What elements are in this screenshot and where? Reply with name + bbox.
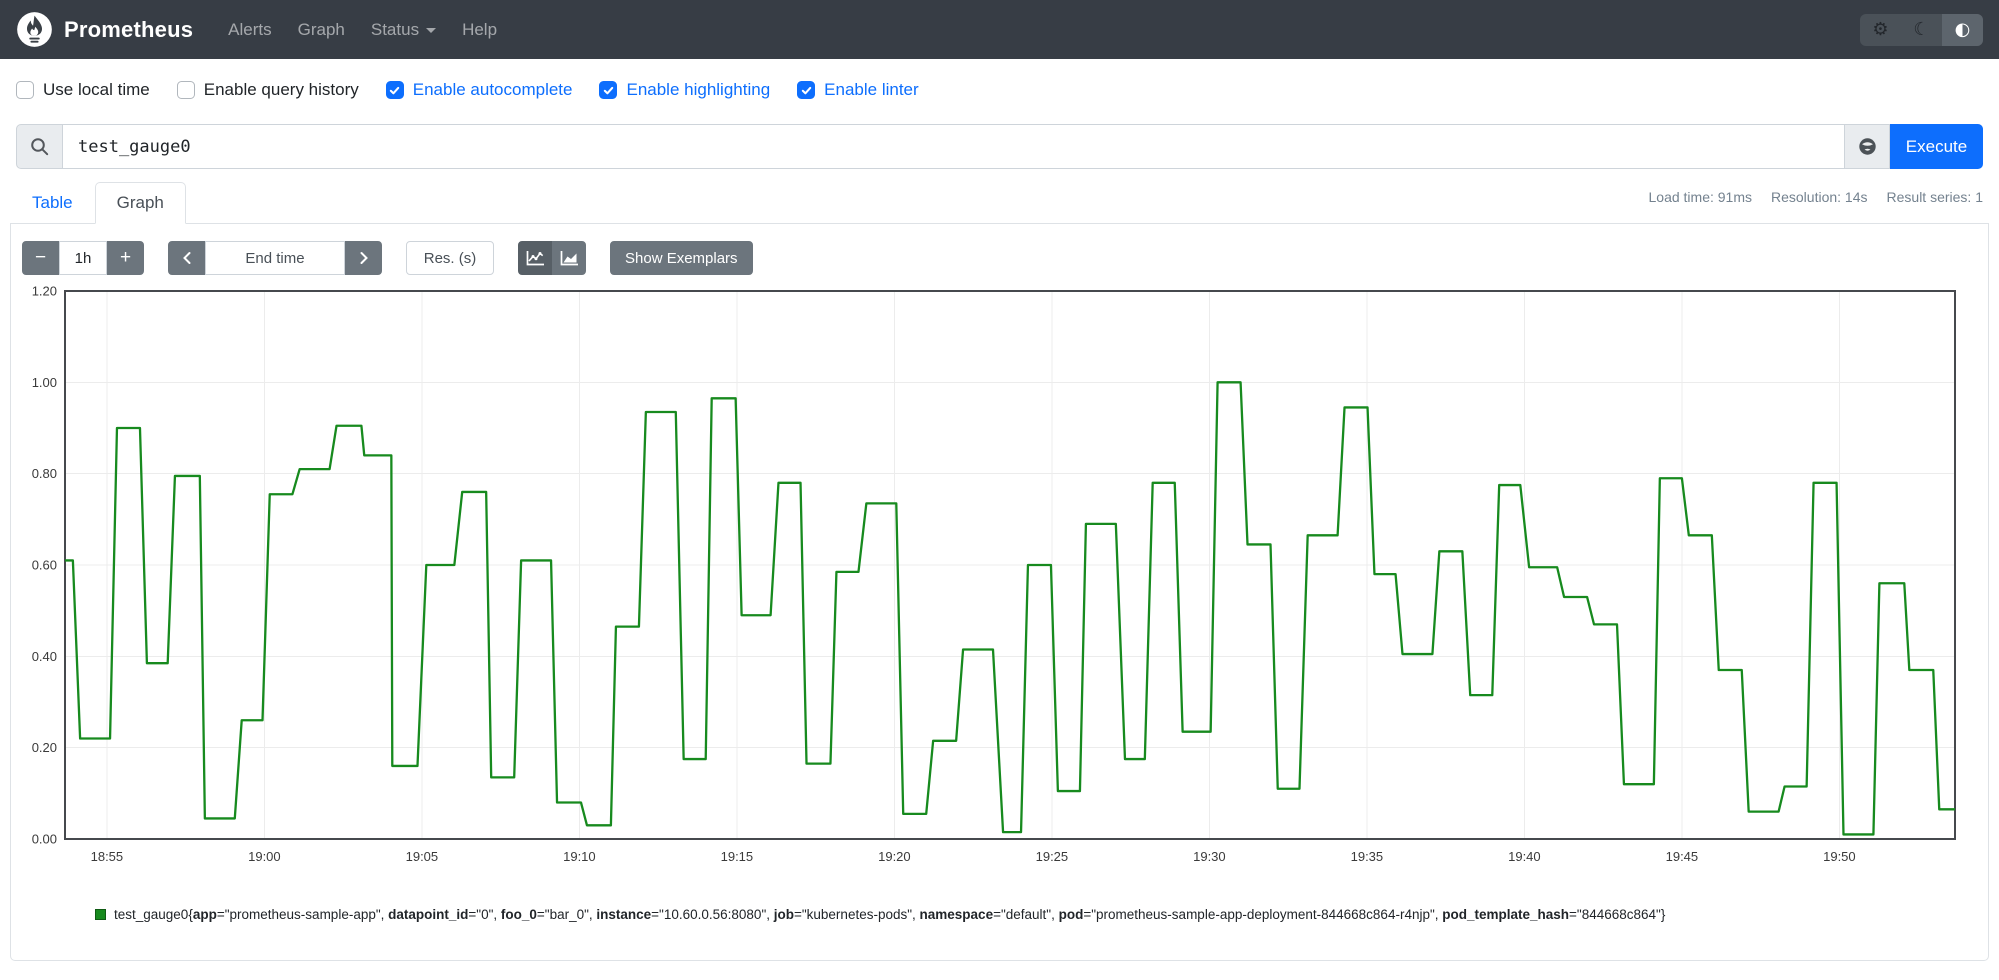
svg-text:0.20: 0.20 [32,740,57,755]
graph-controls: − + [22,241,1984,275]
options-row: Use local time Enable query history Enable… [0,59,1999,100]
tab-bar: Table Graph Load time: 91ms Resolution: 1… [10,181,1989,224]
svg-text:0.60: 0.60 [32,558,57,573]
svg-text:19:05: 19:05 [406,849,439,864]
dark-theme-button[interactable]: ☾ [1901,14,1942,46]
tab-graph[interactable]: Graph [94,182,186,224]
end-time-input[interactable] [205,241,345,275]
legend-label: test_gauge0{app="prometheus-sample-app",… [114,907,1666,922]
legend-swatch [95,909,106,920]
prometheus-logo-icon [16,11,53,48]
brand-title[interactable]: Prometheus [64,17,193,43]
checkbox-enable-autocomplete[interactable] [385,81,404,99]
option-label[interactable]: Enable linter [824,80,919,100]
svg-text:19:00: 19:00 [248,849,281,864]
query-stats: Load time: 91ms Resolution: 14s Result ser… [1630,189,1984,205]
increase-range-button[interactable]: + [107,241,144,275]
search-icon [16,124,63,169]
time-forward-button[interactable] [345,241,382,275]
range-input[interactable] [59,241,107,275]
caret-down-icon [426,27,437,33]
option-enable-linter: Enable linter [797,80,919,100]
chevron-left-icon [181,251,193,265]
nav-item-help[interactable]: Help [449,20,510,40]
svg-text:0.40: 0.40 [32,649,57,664]
chart-area: 0.00 0.20 0.40 0.60 0.80 1.00 1.20 18:55 19:00 19… [15,284,1984,879]
auto-theme-button[interactable]: ◐ [1942,13,1983,46]
settings-button[interactable]: ⚙ [1860,14,1901,46]
globe-icon [1857,136,1878,157]
svg-text:19:20: 19:20 [878,849,911,864]
stat-result-series: Result series: 1 [1886,189,1983,205]
nav-item-alerts[interactable]: Alerts [215,20,284,40]
option-label[interactable]: Enable highlighting [626,80,770,100]
theme-toggle-group: ⚙ ☾ ◐ [1860,13,1983,46]
svg-text:19:50: 19:50 [1823,849,1856,864]
option-enable-query-history: Enable query history [176,80,359,100]
svg-text:19:30: 19:30 [1193,849,1226,864]
decrease-range-button[interactable]: − [22,241,59,275]
resolution-input[interactable] [406,241,494,275]
graph-chart[interactable]: 0.00 0.20 0.40 0.60 0.80 1.00 1.20 18:55 19:00 19… [15,284,1963,874]
checkbox-enable-highlighting[interactable] [599,81,618,99]
checkbox-enable-query-history[interactable] [176,81,195,99]
svg-text:1.00: 1.00 [32,375,57,390]
svg-text:19:45: 19:45 [1666,849,1699,864]
metrics-explorer-button[interactable] [1844,124,1890,169]
contrast-half-circle-icon: ◐ [1954,19,1971,40]
moon-icon: ☾ [1913,19,1930,40]
stacked-chart-toggle-button[interactable] [552,241,586,275]
gear-icon: ⚙ [1872,19,1889,40]
graph-panel: − + [10,224,1989,961]
chart-type-toggle-group [518,241,586,275]
svg-text:18:55: 18:55 [91,849,124,864]
svg-text:0.80: 0.80 [32,466,57,481]
query-input[interactable] [62,124,1845,169]
endtime-input-group [168,241,382,275]
line-chart-icon [525,250,545,267]
series-line [65,381,1955,836]
svg-text:19:40: 19:40 [1508,849,1541,864]
nav-item-status[interactable]: Status [358,20,449,40]
nav-item-graph[interactable]: Graph [285,20,358,40]
option-label[interactable]: Enable query history [204,80,359,100]
option-use-local-time: Use local time [16,80,150,100]
svg-text:19:15: 19:15 [721,849,754,864]
option-label[interactable]: Use local time [43,80,150,100]
stacked-chart-icon [559,250,579,267]
checkbox-use-local-time[interactable] [16,81,34,99]
svg-text:19:10: 19:10 [563,849,596,864]
option-enable-highlighting: Enable highlighting [599,80,770,100]
stat-load-time: Load time: 91ms [1648,189,1753,205]
svg-text:0.00: 0.00 [32,832,57,847]
legend-item[interactable]: test_gauge0{app="prometheus-sample-app",… [95,907,1984,922]
execute-button[interactable]: Execute [1890,124,1983,169]
stat-resolution: Resolution: 14s [1771,189,1868,205]
nav-links: Alerts Graph Status Help [215,20,510,40]
line-chart-toggle-button[interactable] [518,241,552,275]
option-label[interactable]: Enable autocomplete [413,80,573,100]
option-enable-autocomplete: Enable autocomplete [385,80,573,100]
navbar: Prometheus Alerts Graph Status Help ⚙ ☾ ◐ [0,0,1999,59]
range-input-group: − + [22,241,144,275]
checkbox-enable-linter[interactable] [797,81,816,99]
tab-table[interactable]: Table [10,182,95,224]
svg-text:1.20: 1.20 [32,286,57,299]
svg-text:19:25: 19:25 [1036,849,1069,864]
query-row: Execute [16,124,1983,169]
chevron-right-icon [358,251,370,265]
time-back-button[interactable] [168,241,205,275]
svg-text:19:35: 19:35 [1351,849,1384,864]
show-exemplars-button[interactable]: Show Exemplars [610,241,753,275]
